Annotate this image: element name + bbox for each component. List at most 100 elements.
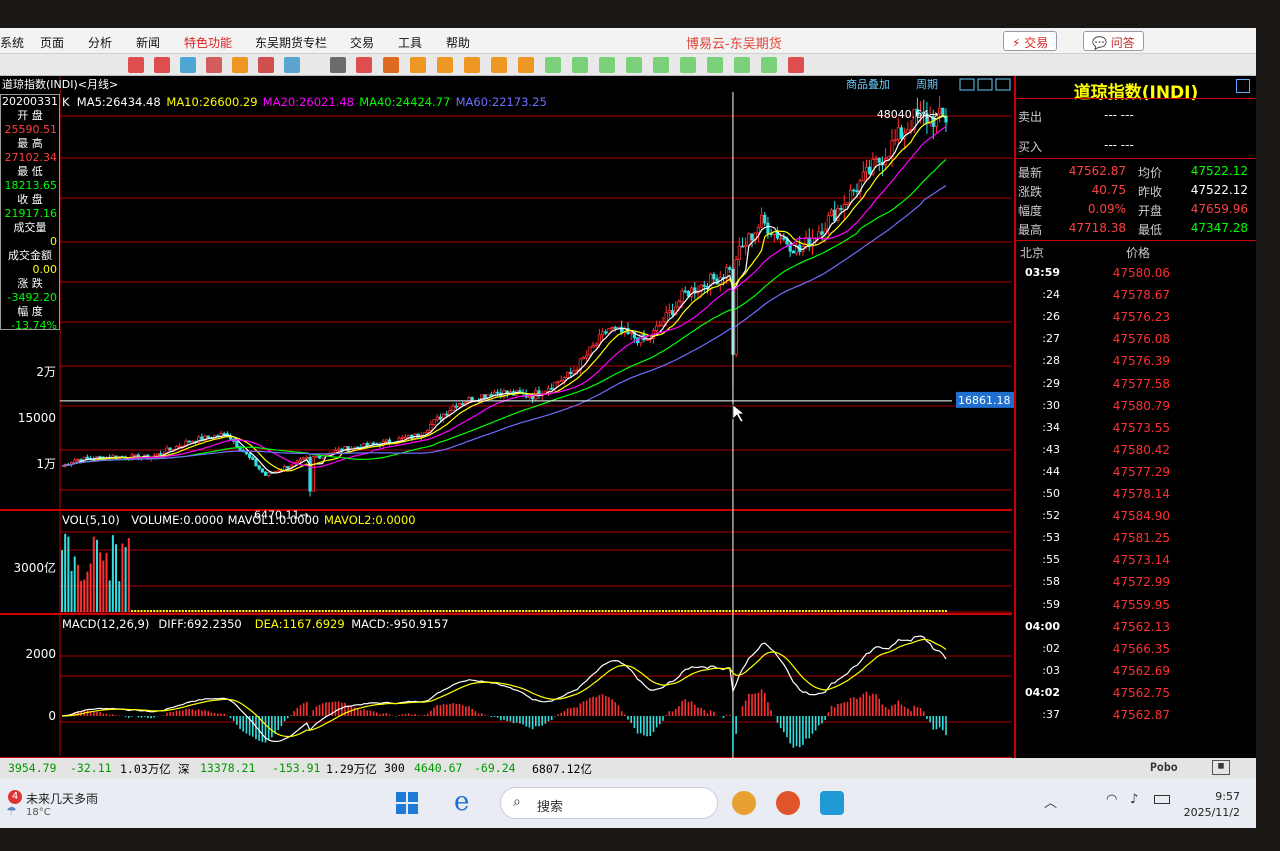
chart-title: 道琼指数(INDI)<月线> (2, 77, 118, 91)
15min-icon[interactable] (626, 57, 642, 73)
volume-bar (61, 550, 63, 612)
volume-bar (267, 610, 270, 612)
edge-browser-icon[interactable]: e (454, 787, 469, 817)
filter-icon[interactable] (258, 57, 274, 73)
1min-icon[interactable] (545, 57, 561, 73)
candle-body (667, 310, 671, 314)
indicator-icon[interactable] (284, 57, 300, 73)
volume-bar (146, 610, 149, 612)
candle-body (941, 107, 945, 117)
weather-icon[interactable]: ☂ (6, 804, 17, 818)
menu-item[interactable]: 交易 (350, 34, 374, 51)
menu-item[interactable]: 页面 (40, 34, 64, 51)
custom-period-icon[interactable] (761, 57, 777, 73)
4hour-icon[interactable] (734, 57, 750, 73)
candle-body (750, 233, 754, 241)
maximize-icon[interactable] (1236, 79, 1250, 93)
grid-icon[interactable]: ▦ (1212, 760, 1230, 775)
menu-item[interactable]: 分析 (88, 34, 112, 51)
volume-bar (725, 610, 728, 612)
clock-time[interactable]: 9:57 (1190, 790, 1240, 803)
pen-icon[interactable] (206, 57, 222, 73)
status-item: 深 (178, 762, 190, 776)
kline-chart-panel[interactable]: 道琼指数(INDI)<月线> 商品叠加 周期 K MA5:26434.48 MA10:26… (0, 76, 1014, 800)
app-icon-3[interactable] (820, 791, 844, 815)
volume-bar (153, 610, 156, 612)
volume-bar (67, 536, 70, 612)
month-period-icon[interactable] (464, 57, 480, 73)
year-period-icon[interactable] (518, 57, 534, 73)
zoom-out-icon[interactable] (154, 57, 170, 73)
candle-body (85, 456, 90, 459)
app-icon-2[interactable] (776, 791, 800, 815)
60min-icon[interactable] (680, 57, 696, 73)
status-item: -153.91 (272, 761, 321, 775)
windows-start-icon[interactable] (396, 792, 418, 814)
stat-label: 涨跌 (1018, 185, 1043, 199)
volume-bar (719, 610, 722, 612)
candle-body (591, 345, 595, 348)
bell-icon[interactable] (232, 57, 248, 73)
app-icon-1[interactable] (732, 791, 756, 815)
menu-item[interactable]: 帮助 (446, 34, 470, 51)
candle-body (298, 458, 303, 462)
volume-bar (245, 610, 248, 612)
qa-button[interactable]: 💬 问答 (1083, 31, 1144, 51)
volume-bar (881, 610, 884, 612)
day-period-icon[interactable] (410, 57, 426, 73)
week-period-icon[interactable] (437, 57, 453, 73)
volume-icon[interactable]: ♪ (1130, 792, 1138, 807)
wifi-icon[interactable]: ◠ (1106, 792, 1117, 807)
volume-bar (636, 610, 639, 612)
tick-price: 47562.69 (1112, 663, 1170, 678)
volume-bar (770, 610, 773, 612)
30min-icon[interactable] (653, 57, 669, 73)
volume-bar (617, 610, 620, 612)
menu-item[interactable]: 系统 (0, 34, 24, 51)
calc-icon[interactable] (788, 57, 804, 73)
candle-body (435, 416, 439, 421)
menu-item[interactable]: 工具 (398, 34, 422, 51)
volume-bar (277, 610, 280, 612)
volume-bar (553, 610, 556, 612)
volume-bar (941, 610, 944, 612)
candle-body (187, 440, 191, 443)
clock-date[interactable]: 2025/11/2 (1180, 806, 1240, 819)
volume-bar (468, 610, 471, 612)
volume-bar (703, 610, 706, 612)
3min-icon[interactable] (572, 57, 588, 73)
2hour-icon[interactable] (707, 57, 723, 73)
menu-item[interactable]: 新闻 (136, 34, 160, 51)
volume-bar (738, 610, 741, 612)
search-box[interactable]: ⌕ 搜索 (500, 787, 718, 819)
candle-body (670, 310, 675, 316)
volume-bar (728, 610, 731, 612)
weather-text[interactable]: 未来几天多雨 (26, 790, 98, 807)
volume-bar (776, 610, 779, 612)
legend-item: VOLUME:0.0000 (131, 513, 223, 527)
volume-bar (709, 610, 712, 612)
volume-tick: 3000亿 (13, 560, 56, 575)
tick-time: :50 (1042, 487, 1060, 500)
table-icon[interactable] (330, 57, 346, 73)
ma-line-MA5 (61, 114, 947, 474)
line-chart-icon[interactable] (356, 57, 372, 73)
tick-price: 47584.90 (1112, 509, 1170, 524)
volume-bar (649, 610, 652, 612)
battery-icon[interactable] (1154, 795, 1170, 804)
trade-button[interactable]: ⚡ 交易 (1003, 31, 1058, 51)
zoom-in-icon[interactable] (128, 57, 144, 73)
chart-icon[interactable] (180, 57, 196, 73)
season-period-icon[interactable] (491, 57, 507, 73)
tick-price: 47573.14 (1112, 553, 1170, 568)
volume-bar (849, 610, 852, 612)
5min-icon[interactable] (599, 57, 615, 73)
chart-canvas[interactable]: 道琼指数(INDI)<月线> 商品叠加 周期 K MA5:26434.48 MA10:26… (0, 76, 1014, 800)
menu-item[interactable]: 特色功能 (184, 34, 232, 51)
volume-bar (318, 610, 321, 612)
menu-item[interactable]: 东吴期货专栏 (255, 34, 327, 51)
volume-bar (254, 610, 257, 612)
chevron-up-icon[interactable]: ︿ (1044, 792, 1057, 811)
ticker-icon[interactable] (383, 57, 399, 73)
volume-bar (522, 610, 525, 612)
